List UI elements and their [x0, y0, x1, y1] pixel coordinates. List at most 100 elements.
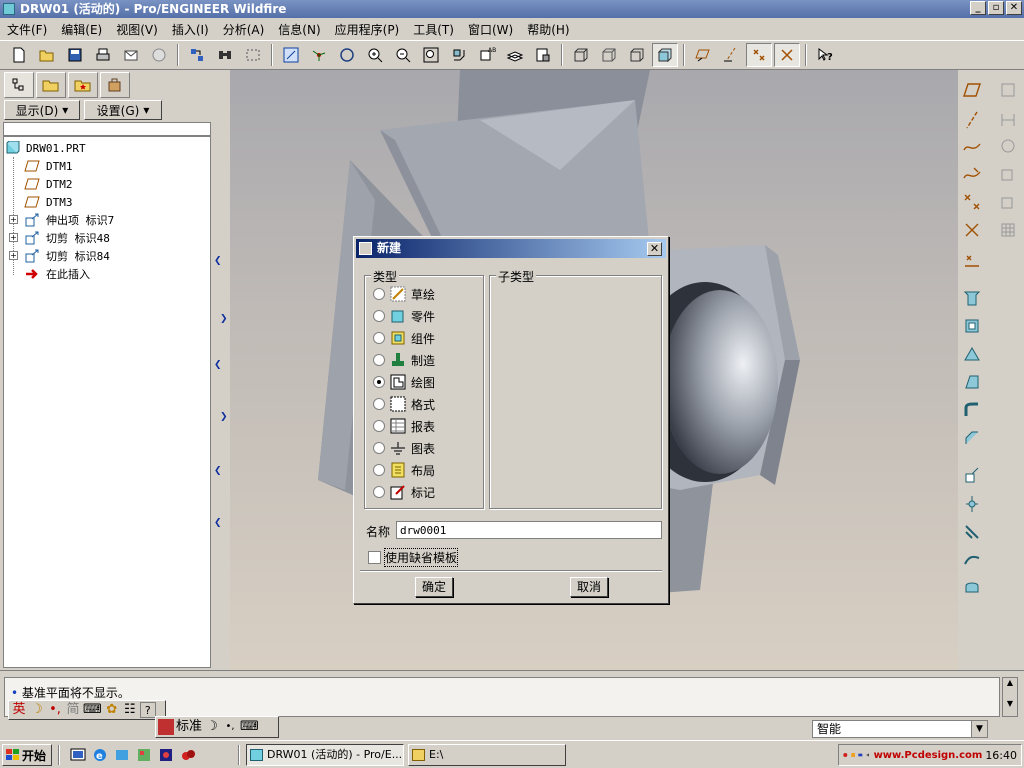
pattern-tool-icon[interactable] — [996, 218, 1020, 242]
expand-toggle[interactable]: + — [9, 233, 18, 242]
panel-splitter[interactable]: ❮ ❯ ❮ ❯ ❮ ❮ — [214, 70, 230, 670]
type-option-assembly[interactable]: 组件 — [373, 328, 435, 348]
saved-view-icon[interactable]: AB — [474, 43, 500, 67]
ime-fullwidth-toggle[interactable]: ☽ — [204, 719, 220, 735]
expand-toggle[interactable]: + — [9, 251, 18, 260]
menu-applications[interactable]: 应用程序(P) — [328, 20, 407, 40]
restore-button[interactable]: ▫ — [988, 1, 1004, 15]
message-scrollbar[interactable]: ▲ ▼ — [1002, 677, 1018, 717]
radio-manufacturing[interactable] — [373, 354, 385, 366]
menu-analysis[interactable]: 分析(A) — [216, 20, 272, 40]
expand-right-icon[interactable]: ❯ — [220, 412, 228, 422]
media-player-icon[interactable] — [158, 747, 174, 763]
no-hidden-icon[interactable] — [624, 43, 650, 67]
repaint-icon[interactable] — [278, 43, 304, 67]
type-option-drawing[interactable]: 绘图 — [373, 372, 435, 392]
tree-item-dtm3[interactable]: DTM3 — [24, 193, 73, 211]
analysis-feature-tool-icon[interactable] — [960, 248, 984, 272]
datum-point-display-icon[interactable] — [746, 43, 772, 67]
extrude-tool-icon[interactable] — [960, 286, 984, 310]
start-button[interactable]: 开始 — [2, 744, 52, 766]
email-icon[interactable] — [118, 43, 144, 67]
copy-tool-icon[interactable] — [960, 464, 984, 488]
ime-punctuation-toggle[interactable]: •, — [47, 702, 63, 718]
radio-drawing[interactable] — [373, 376, 385, 388]
ime-menu-icon[interactable]: ☷ — [122, 702, 138, 718]
sweep-tool-icon[interactable] — [960, 342, 984, 366]
hidden-line-icon[interactable] — [596, 43, 622, 67]
ime-keyboard-icon[interactable]: ⌨ — [83, 702, 102, 718]
wireframe-icon[interactable] — [568, 43, 594, 67]
minimize-button[interactable]: _ — [970, 1, 986, 15]
collapse-left-icon[interactable]: ❮ — [214, 256, 222, 266]
menu-window[interactable]: 窗口(W) — [461, 20, 520, 40]
task-proe-window[interactable]: DRW01 (活动的) - Pro/E... — [246, 744, 404, 766]
select-box-icon[interactable] — [240, 43, 266, 67]
datum-plane-tool-icon[interactable] — [960, 78, 984, 102]
app-launcher-icon[interactable] — [136, 747, 152, 763]
ime-simplified-toggle[interactable]: 简 — [65, 702, 81, 718]
csys-tool-icon[interactable] — [960, 218, 984, 242]
default-template-option[interactable]: 使用缺省模板 — [368, 548, 459, 567]
send-icon[interactable] — [146, 43, 172, 67]
csys-display-icon[interactable] — [774, 43, 800, 67]
datum-axis-display-icon[interactable] — [718, 43, 744, 67]
menu-edit[interactable]: 编辑(E) — [54, 20, 109, 40]
view-manager-icon[interactable] — [530, 43, 556, 67]
zoom-in-icon[interactable] — [362, 43, 388, 67]
menu-insert[interactable]: 插入(I) — [165, 20, 216, 40]
radio-sketch[interactable] — [373, 288, 385, 300]
sketched-curve-tool-icon[interactable] — [960, 134, 984, 158]
type-option-part[interactable]: 零件 — [373, 306, 435, 326]
chevron-down-icon[interactable]: ▼ — [971, 721, 987, 737]
tray-app-icon[interactable] — [843, 748, 848, 762]
radio-assembly[interactable] — [373, 332, 385, 344]
tab-connections[interactable] — [100, 72, 130, 98]
type-option-manufacturing[interactable]: 制造 — [373, 350, 435, 370]
ime-help-icon[interactable]: ? — [139, 702, 156, 718]
ime-english-toggle[interactable]: 英 — [11, 702, 27, 718]
menu-view[interactable]: 视图(V) — [109, 20, 165, 40]
ime-skin-icon[interactable]: ✿ — [104, 702, 120, 718]
expand-toggle[interactable]: + — [9, 215, 18, 224]
name-input[interactable] — [396, 521, 662, 539]
regenerate-icon[interactable] — [184, 43, 210, 67]
radio-layout[interactable] — [373, 464, 385, 476]
type-option-report[interactable]: 报表 — [373, 416, 435, 436]
tab-model-tree[interactable] — [4, 72, 34, 98]
tree-item-insert-here[interactable]: 在此插入 — [24, 265, 90, 283]
tree-item-cut48[interactable]: 切剪 标识48 — [24, 229, 110, 247]
find-icon[interactable] — [212, 43, 238, 67]
blend-tool-icon[interactable] — [960, 370, 984, 394]
radio-diagram[interactable] — [373, 442, 385, 454]
offset-tool-icon[interactable] — [960, 576, 984, 600]
open-icon[interactable] — [34, 43, 60, 67]
print-icon[interactable] — [90, 43, 116, 67]
spin-center-icon[interactable] — [306, 43, 332, 67]
collapse-left-icon[interactable]: ❮ — [214, 360, 222, 370]
revolve-tool-icon[interactable] — [960, 314, 984, 338]
hole-tool-icon[interactable] — [996, 78, 1020, 102]
sketch-tool-icon[interactable] — [960, 162, 984, 186]
radio-markup[interactable] — [373, 486, 385, 498]
ime-keyboard-icon[interactable]: ⌨ — [240, 719, 259, 735]
save-icon[interactable] — [62, 43, 88, 67]
mirror-tool-icon[interactable] — [960, 492, 984, 516]
scroll-down-icon[interactable]: ▼ — [1003, 699, 1017, 708]
scroll-up-icon[interactable]: ▲ — [1003, 678, 1017, 687]
type-option-sketch[interactable]: 草绘 — [373, 284, 435, 304]
menu-help[interactable]: 帮助(H) — [520, 20, 576, 40]
merge-tool-icon[interactable] — [960, 520, 984, 544]
show-dropdown-button[interactable]: 显示(D) ▾ — [4, 100, 80, 120]
chamfer-tool-icon[interactable] — [960, 426, 984, 450]
cancel-button[interactable]: 取消 — [570, 577, 608, 597]
dialog-title-bar[interactable]: 新建 ✕ — [356, 239, 666, 258]
orient-icon[interactable] — [334, 43, 360, 67]
radio-report[interactable] — [373, 420, 385, 432]
radio-part[interactable] — [373, 310, 385, 322]
rib-tool-icon[interactable] — [996, 134, 1020, 158]
layers-icon[interactable] — [502, 43, 528, 67]
volume-icon[interactable] — [866, 748, 871, 762]
datum-plane-display-icon[interactable] — [690, 43, 716, 67]
shading-icon[interactable] — [652, 43, 678, 67]
